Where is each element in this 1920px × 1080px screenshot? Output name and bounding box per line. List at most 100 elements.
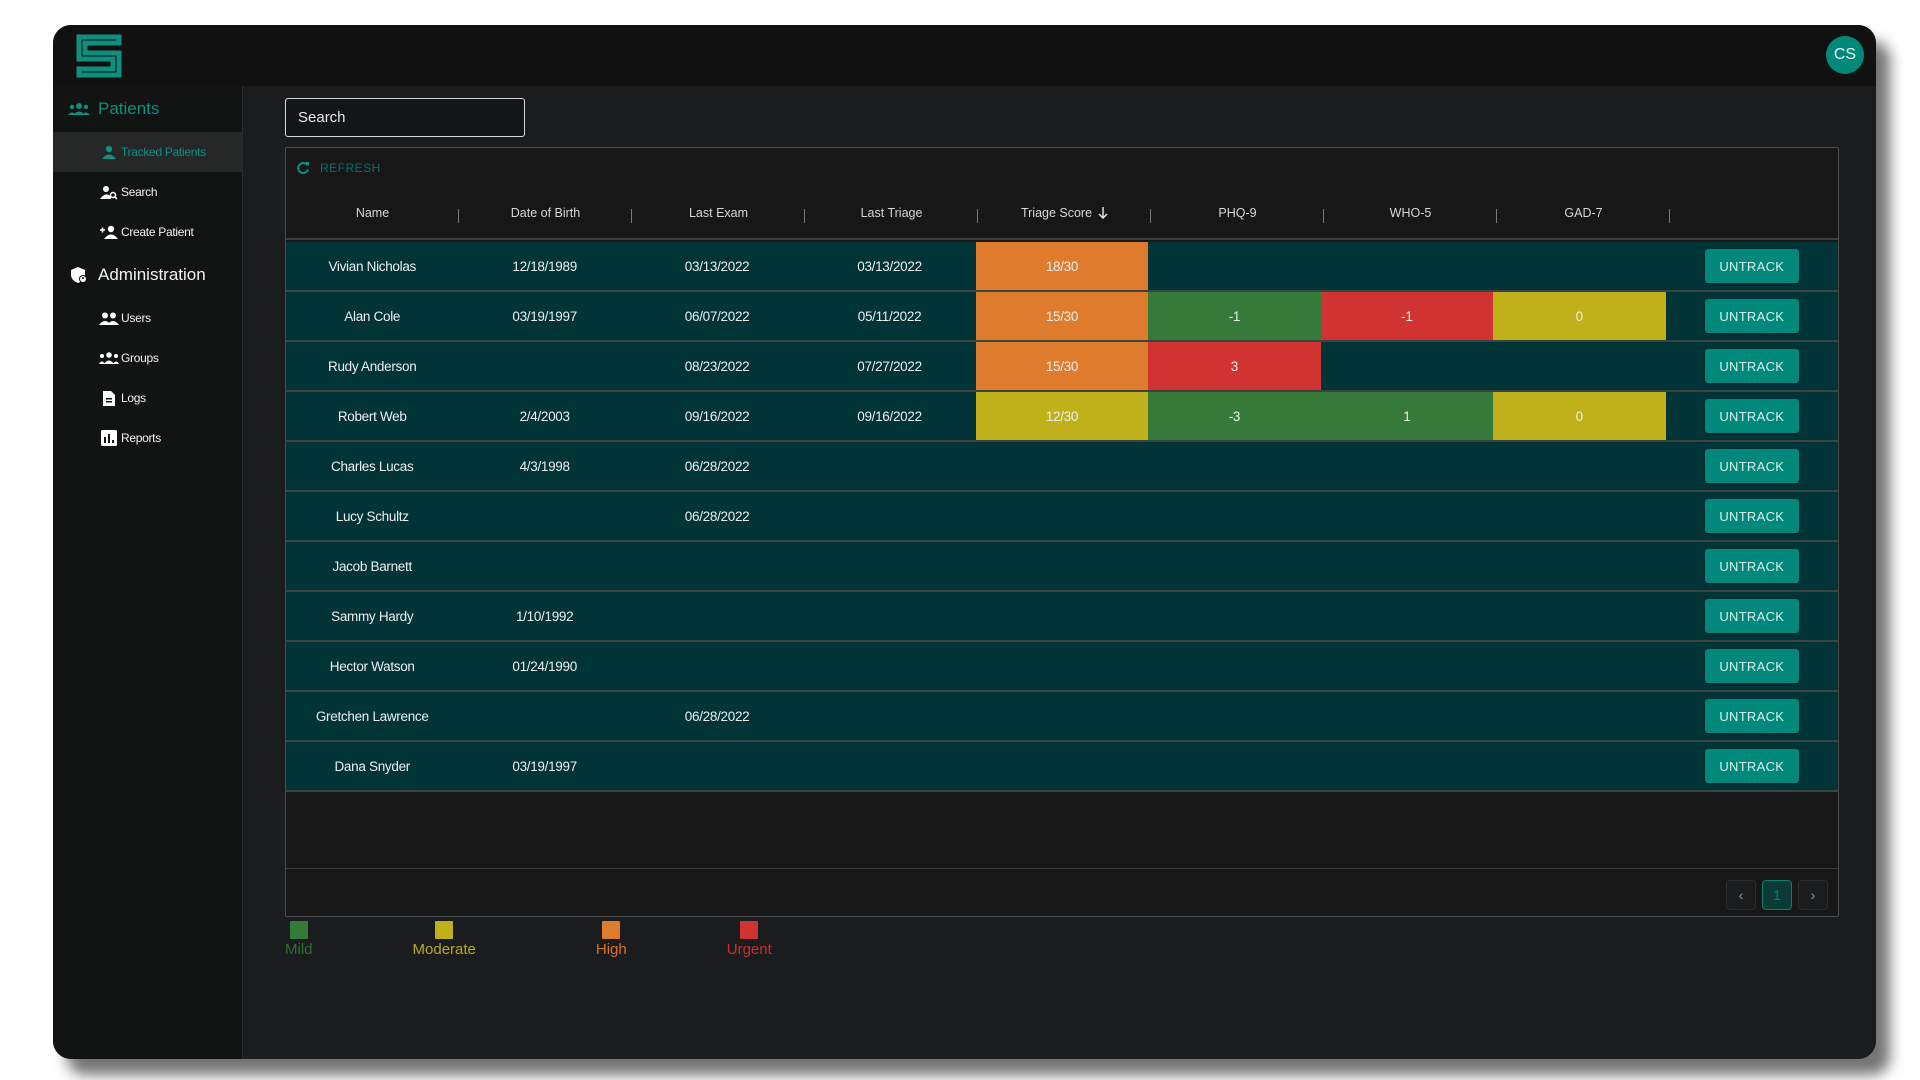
untrack-button[interactable]: UNTRACK xyxy=(1704,399,1799,433)
untrack-button[interactable]: UNTRACK xyxy=(1704,349,1799,383)
table-header: Name Date of Birth Last Exam Last Triage… xyxy=(286,188,1838,240)
cell-phq9: 3 xyxy=(1148,342,1321,390)
cell-phq9 xyxy=(1148,642,1320,690)
untrack-button[interactable]: UNTRACK xyxy=(1704,699,1799,733)
cell-dob: 03/19/1997 xyxy=(512,308,577,324)
sidebar-item-reports[interactable]: Reports xyxy=(53,418,242,458)
cell-who5 xyxy=(1321,592,1493,640)
sidebar-item-logs[interactable]: Logs xyxy=(53,378,242,418)
table-footer-divider xyxy=(286,868,1838,869)
cell-who5 xyxy=(1321,642,1493,690)
cell-phq9 xyxy=(1148,442,1320,490)
cell-dob xyxy=(458,342,630,390)
cell-action: UNTRACK xyxy=(1666,492,1838,540)
untrack-button[interactable]: UNTRACK xyxy=(1704,549,1799,583)
table-row[interactable]: Lucy Schultz 06/28/2022 UNTRACK xyxy=(286,492,1838,542)
cell-who5 xyxy=(1321,742,1493,790)
sidebar-section-administration[interactable]: Administration xyxy=(53,252,242,298)
cell-name: Rudy Anderson xyxy=(328,358,417,374)
table-row[interactable]: Charles Lucas 4/3/1998 06/28/2022 UNTRACK xyxy=(286,442,1838,492)
cell-action: UNTRACK xyxy=(1666,642,1838,690)
prev-page-button[interactable]: ‹ xyxy=(1726,880,1756,910)
cell-last-exam: 06/28/2022 xyxy=(684,508,750,524)
cell-last-triage xyxy=(803,642,975,690)
cell-name: Alan Cole xyxy=(344,308,401,324)
users-icon xyxy=(99,310,119,326)
legend-item-moderate: Moderate xyxy=(413,921,476,958)
cell-action: UNTRACK xyxy=(1666,392,1838,440)
column-header-triage-score[interactable]: Triage Score xyxy=(978,188,1151,238)
refresh-icon xyxy=(296,161,310,175)
column-header-gad7[interactable]: GAD-7 xyxy=(1497,188,1670,238)
table-row[interactable]: Rudy Anderson 08/23/2022 07/27/2022 15/30 3 U… xyxy=(286,342,1838,392)
table-row[interactable]: Jacob Barnett UNTRACK xyxy=(286,542,1838,592)
search-input[interactable]: Search xyxy=(285,98,525,137)
column-header-who5[interactable]: WHO-5 xyxy=(1324,188,1497,238)
cell-action: UNTRACK xyxy=(1666,242,1838,290)
cell-name: Charles Lucas xyxy=(331,458,414,474)
untrack-button[interactable]: UNTRACK xyxy=(1704,299,1799,333)
cell-action: UNTRACK xyxy=(1666,592,1838,640)
cell-last-exam xyxy=(631,642,803,690)
sidebar-item-search[interactable]: Search xyxy=(53,172,242,212)
column-header-dob[interactable]: Date of Birth xyxy=(459,188,632,238)
cell-triage-score xyxy=(976,642,1148,690)
cell-who5 xyxy=(1321,692,1493,740)
sidebar-item-tracked-patients[interactable]: Tracked Patients xyxy=(53,132,242,172)
user-initials: CS xyxy=(1833,46,1857,63)
sidebar-item-label: Tracked Patients xyxy=(121,145,206,159)
untrack-button[interactable]: UNTRACK xyxy=(1704,649,1799,683)
sort-descending-arrow-icon[interactable] xyxy=(1098,207,1108,219)
sidebar-item-create-patient[interactable]: Create Patient xyxy=(53,212,242,252)
column-header-phq9[interactable]: PHQ-9 xyxy=(1151,188,1324,238)
column-header-last-exam[interactable]: Last Exam xyxy=(632,188,805,238)
table-row[interactable]: Gretchen Lawrence 06/28/2022 UNTRACK xyxy=(286,692,1838,742)
legend-item-high: High xyxy=(596,921,627,958)
table-row[interactable]: Sammy Hardy 1/10/1992 UNTRACK xyxy=(286,592,1838,642)
cell-name: Dana Snyder xyxy=(334,758,410,774)
sidebar: Patients Tracked Patients Search Create … xyxy=(53,86,243,1059)
next-page-button[interactable]: › xyxy=(1798,880,1828,910)
chevron-left-icon: ‹ xyxy=(1738,887,1744,903)
cell-triage-score xyxy=(976,492,1148,540)
cell-name: Vivian Nicholas xyxy=(328,258,416,274)
table-row[interactable]: Dana Snyder 03/19/1997 UNTRACK xyxy=(286,742,1838,792)
refresh-label: REFRESH xyxy=(320,161,381,175)
chevron-right-icon: › xyxy=(1810,887,1816,903)
sidebar-section-patients[interactable]: Patients xyxy=(53,86,242,132)
cell-last-exam: 09/16/2022 xyxy=(684,408,750,424)
untrack-button[interactable]: UNTRACK xyxy=(1704,249,1799,283)
cell-phq9 xyxy=(1148,492,1320,540)
untrack-button[interactable]: UNTRACK xyxy=(1704,449,1799,483)
cell-gad7 xyxy=(1493,642,1665,690)
current-page-number: 1 xyxy=(1773,887,1781,903)
cell-gad7 xyxy=(1493,242,1665,290)
cell-who5: -1 xyxy=(1320,292,1494,340)
sidebar-item-users[interactable]: Users xyxy=(53,298,242,338)
table-row[interactable]: Vivian Nicholas 12/18/1989 03/13/2022 03/13… xyxy=(286,242,1838,292)
cell-last-triage xyxy=(803,592,975,640)
column-header-name[interactable]: Name xyxy=(286,188,459,238)
cell-last-triage xyxy=(803,542,975,590)
refresh-button[interactable]: REFRESH xyxy=(296,158,381,178)
column-header-last-triage[interactable]: Last Triage xyxy=(805,188,978,238)
untrack-button[interactable]: UNTRACK xyxy=(1704,499,1799,533)
cell-gad7 xyxy=(1493,692,1665,740)
table-row[interactable]: Alan Cole 03/19/1997 06/07/2022 05/11/2022 1… xyxy=(286,292,1838,342)
untrack-button[interactable]: UNTRACK xyxy=(1704,599,1799,633)
sidebar-item-groups[interactable]: Groups xyxy=(53,338,242,378)
s-maze-logo-icon[interactable] xyxy=(75,33,123,79)
cell-action: UNTRACK xyxy=(1666,342,1838,390)
legend-item-mild: Mild xyxy=(285,921,313,958)
cell-who5 xyxy=(1321,492,1493,540)
untrack-button[interactable]: UNTRACK xyxy=(1704,749,1799,783)
cell-triage-score xyxy=(976,442,1148,490)
user-avatar[interactable]: CS xyxy=(1826,36,1864,74)
cell-last-exam: 03/13/2022 xyxy=(684,258,750,274)
table-row[interactable]: Hector Watson 01/24/1990 UNTRACK xyxy=(286,642,1838,692)
page-button-current[interactable]: 1 xyxy=(1762,880,1792,910)
cell-last-exam xyxy=(631,592,803,640)
legend-label: Mild xyxy=(285,941,313,958)
table-row[interactable]: Robert Web 2/4/2003 09/16/2022 09/16/2022 12… xyxy=(286,392,1838,442)
cell-last-triage: 05/11/2022 xyxy=(857,308,922,324)
